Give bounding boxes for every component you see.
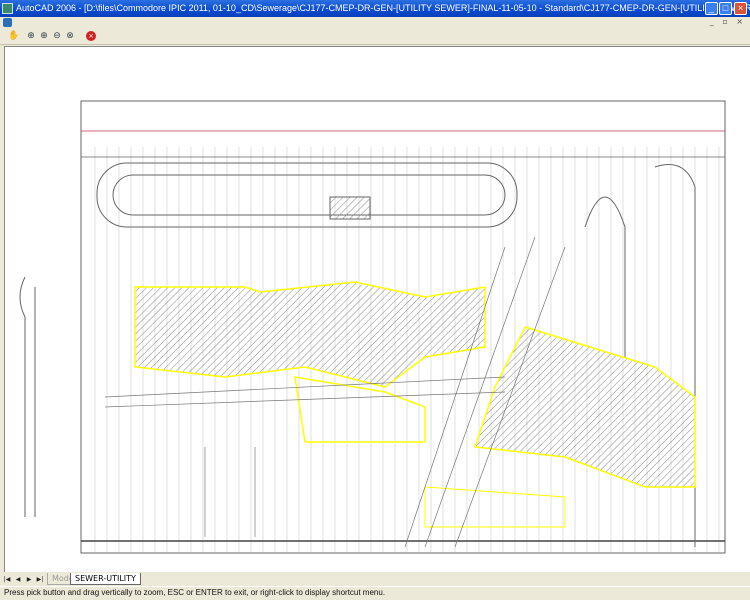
zoom-window-icon[interactable]: ⊕ (39, 31, 49, 41)
command-prompt: Press pick button and drag vertically to… (0, 586, 750, 600)
last-tab-button[interactable]: ▶| (35, 575, 45, 584)
prev-tab-button[interactable]: ◀ (13, 575, 23, 584)
drawing-canvas[interactable] (4, 46, 750, 572)
document-window-controls[interactable]: _ ▫ × (710, 17, 746, 26)
title-bar: AutoCAD 2006 - [D:\files\Commodore IPIC … (0, 0, 750, 17)
first-tab-button[interactable]: |◀ (2, 575, 12, 584)
zoom-previous-icon[interactable]: ⊖ (52, 31, 62, 41)
zoom-realtime-icon[interactable]: ⊕ (26, 31, 36, 41)
layout-tab-bar: |◀ ◀ ▶ ▶| Model SEWER-UTILITY (0, 573, 750, 586)
pan-icon[interactable]: ✋ (8, 31, 19, 41)
minimize-button[interactable]: _ (705, 2, 718, 15)
autocad-app-icon (2, 3, 13, 14)
next-tab-button[interactable]: ▶ (24, 575, 34, 584)
tab-sewer-utility[interactable]: SEWER-UTILITY (70, 573, 141, 585)
window-title: AutoCAD 2006 - [D:\files\Commodore IPIC … (16, 3, 750, 13)
toolbar: ✋ ⊕ ⊕ ⊖ ⊗ × (0, 28, 750, 45)
zoom-extents-icon[interactable]: ⊗ (65, 31, 75, 41)
maximize-button[interactable]: □ (719, 2, 732, 15)
close-icon[interactable]: × (86, 31, 96, 41)
menu-bar: _ ▫ × (0, 17, 750, 28)
close-window-button[interactable]: × (734, 2, 747, 15)
document-icon[interactable] (3, 18, 12, 27)
cad-drawing (19, 100, 726, 554)
